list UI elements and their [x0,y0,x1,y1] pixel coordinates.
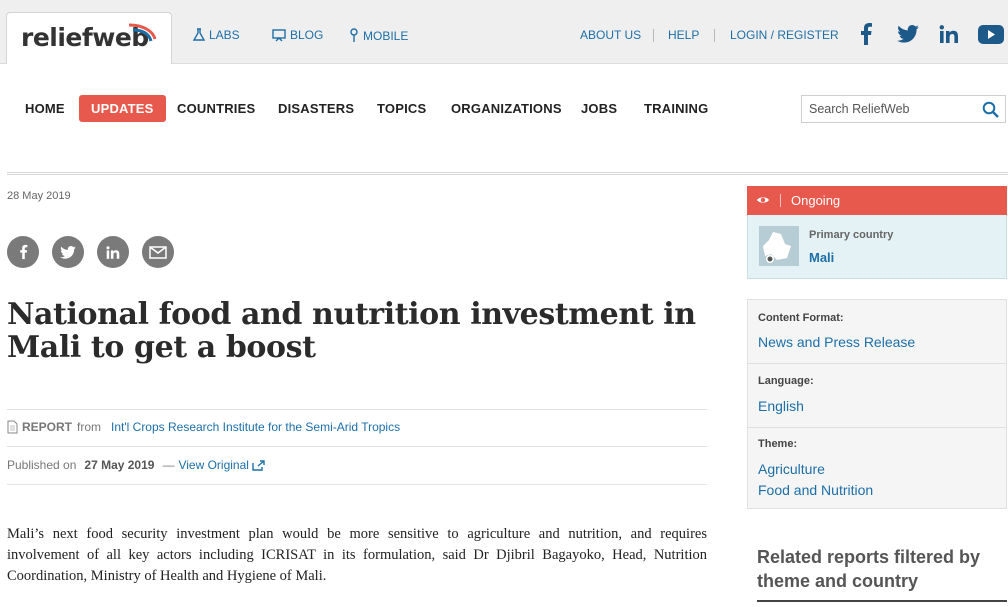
search-box [801,95,1006,123]
about-us-link[interactable]: ABOUT US [580,28,641,42]
flask-icon [193,28,205,41]
source-link[interactable]: Int'l Crops Research Institute for the S… [111,420,400,434]
share-linkedin-icon[interactable] [97,236,129,268]
theme-link-agriculture[interactable]: Agriculture [758,461,825,477]
main-navigation: HOME UPDATES COUNTRIES DISASTERS TOPICS … [0,64,1008,174]
divider [653,29,654,42]
view-original-link[interactable]: View Original [178,458,265,472]
nav-topics[interactable]: TOPICS [377,101,426,116]
status-header: Ongoing [747,186,1007,215]
mobile-icon [350,28,358,42]
share-twitter-icon[interactable] [52,236,84,268]
primary-country-link[interactable]: Mali [809,250,834,265]
divider [748,427,1006,428]
report-source-line: REPORT from Int'l Crops Research Institu… [7,420,400,434]
status-label: Ongoing [791,193,841,208]
meta-panel: Content Format: News and Press Release L… [747,299,1007,509]
divider [780,194,781,207]
language-label: Language: [758,375,814,387]
twitter-icon[interactable] [896,22,920,46]
divider [7,484,707,485]
share-email-icon[interactable] [142,236,174,268]
nav-training[interactable]: TRAINING [644,101,708,116]
youtube-icon[interactable] [977,22,1005,46]
published-label: Published on [7,458,77,472]
nav-countries[interactable]: COUNTRIES [177,101,255,116]
nav-updates[interactable]: UPDATES [79,95,166,122]
nav-organizations[interactable]: ORGANIZATIONS [451,101,562,116]
search-icon[interactable] [982,101,999,118]
content-format-link[interactable]: News and Press Release [758,334,915,350]
divider [7,409,707,410]
login-register-link[interactable]: LOGIN / REGISTER [730,28,839,42]
content-format-label: Content Format: [758,312,844,324]
nav-home[interactable]: HOME [25,101,65,116]
help-link[interactable]: HELP [668,28,699,42]
external-link-icon [252,459,265,471]
divider [748,363,1006,364]
top-bar: reliefweb LABS BLOG MOBILE ABOUT US HELP… [0,0,1008,65]
blog-icon [272,28,286,41]
divider [757,600,1007,602]
labs-link[interactable]: LABS [193,28,240,42]
article-date: 28 May 2019 [7,190,71,202]
eye-icon [757,197,769,203]
mobile-link[interactable]: MOBILE [349,28,408,43]
logo-swoosh-icon [128,23,157,42]
dash-separator: — [162,458,175,472]
document-icon [7,420,18,434]
linkedin-icon[interactable] [937,22,961,46]
mali-map-icon [763,232,791,263]
theme-link-food-nutrition[interactable]: Food and Nutrition [758,482,873,498]
labs-label: LABS [209,28,240,42]
from-label: from [77,420,102,434]
search-input[interactable] [809,102,974,116]
nav-divider [7,172,1008,175]
article-body: Mali’s next food security investment pla… [7,526,707,584]
blog-link[interactable]: BLOG [272,28,323,42]
language-link[interactable]: English [758,398,804,414]
divider [714,29,715,42]
report-kind: REPORT [22,420,73,434]
nav-disasters[interactable]: DISASTERS [278,101,354,116]
blog-label: BLOG [290,28,324,42]
published-date: 27 May 2019 [84,458,155,472]
published-line: Published on 27 May 2019 — View Original [7,458,265,472]
logo-link[interactable]: reliefweb [6,12,172,65]
primary-country-card: Primary country Mali [747,215,1007,279]
related-reports-heading: Related reports filtered by theme and co… [757,547,981,591]
view-original-label: View Original [178,458,249,472]
country-map-thumbnail [759,226,799,266]
facebook-icon[interactable] [854,22,878,46]
divider [7,446,707,447]
theme-label: Theme: [758,438,798,450]
share-facebook-icon[interactable] [7,236,39,268]
article-title: National food and nutrition investment i… [7,297,696,365]
mobile-label: MOBILE [363,28,409,43]
primary-country-label: Primary country [809,229,894,241]
nav-jobs[interactable]: JOBS [581,101,617,116]
